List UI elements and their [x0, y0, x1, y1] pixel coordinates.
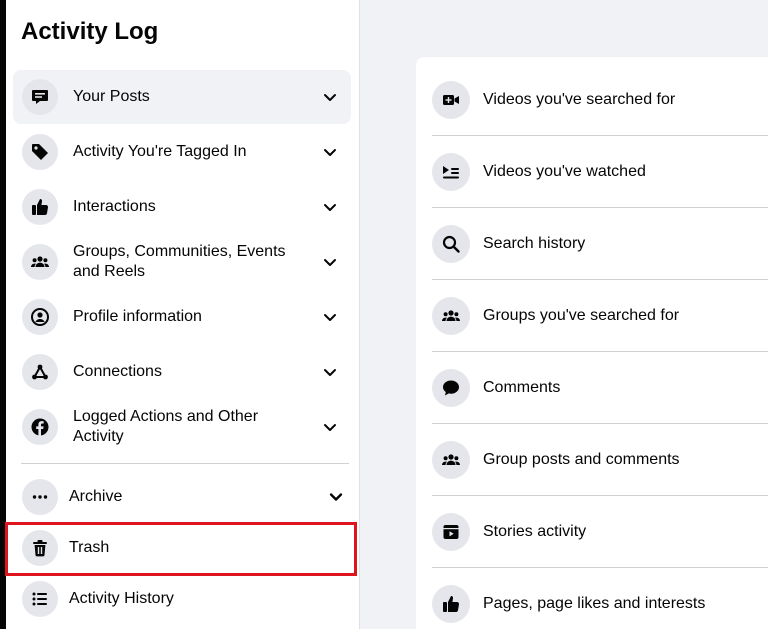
sidebar-item-label: Connections [73, 363, 162, 380]
sidebar-divider [21, 463, 349, 464]
sidebar-item-label: Your Posts [73, 88, 150, 105]
list-item-groups-searched[interactable]: Groups you've searched for [416, 280, 768, 352]
chevron-down-icon[interactable] [321, 88, 339, 106]
sidebar-item-logged-actions[interactable]: Logged Actions and Other Activity [13, 400, 351, 454]
sidebar-item-label: Interactions [73, 198, 156, 215]
sidebar-item-connections[interactable]: Connections [13, 345, 351, 399]
groups-icon [432, 441, 470, 479]
list-item-label: Videos you've watched [483, 163, 646, 180]
stories-icon [432, 513, 470, 551]
sidebar-item-activity-history[interactable]: Activity History [13, 577, 351, 621]
groups-icon [22, 244, 58, 280]
list-item-stories[interactable]: Stories activity [416, 496, 768, 568]
chevron-down-icon[interactable] [327, 488, 345, 506]
sidebar-item-label: Activity History [69, 590, 174, 607]
sidebar-item-label: Archive [69, 488, 123, 505]
chevron-down-icon[interactable] [321, 363, 339, 381]
sidebar-item-your-posts[interactable]: Your Posts [13, 70, 351, 124]
sidebar-item-label: Profile information [73, 308, 202, 325]
comment-icon [432, 369, 470, 407]
list-item-label: Pages, page likes and interests [483, 595, 706, 612]
list-item-label: Groups you've searched for [483, 307, 680, 324]
profile-icon [22, 299, 58, 335]
chevron-down-icon[interactable] [321, 308, 339, 326]
sidebar-item-interactions[interactable]: Interactions [13, 180, 351, 234]
sidebar-item-archive[interactable]: Archive [13, 475, 351, 519]
thumbs-up-icon [432, 585, 470, 623]
sidebar-item-label: Activity You're Tagged In [73, 143, 247, 160]
search-icon [432, 225, 470, 263]
page-title: Activity Log [21, 18, 159, 45]
connections-icon [22, 354, 58, 390]
list-item-videos-searched[interactable]: Videos you've searched for [416, 64, 768, 136]
list-item-label: Comments [483, 379, 561, 396]
list-icon [22, 581, 58, 617]
list-item-label: Videos you've searched for [483, 91, 676, 108]
groups-icon [432, 297, 470, 335]
sidebar-item-profile[interactable]: Profile information [13, 290, 351, 344]
chevron-down-icon[interactable] [321, 253, 339, 271]
facebook-icon [22, 409, 58, 445]
trash-highlight-box [5, 522, 357, 576]
list-item-videos-watched[interactable]: Videos you've watched [416, 136, 768, 208]
list-item-label: Search history [483, 235, 586, 252]
sidebar-item-tagged[interactable]: Activity You're Tagged In [13, 125, 351, 179]
video-camera-icon [432, 81, 470, 119]
list-item-search-history[interactable]: Search history [416, 208, 768, 280]
list-item-comments[interactable]: Comments [416, 352, 768, 424]
chevron-down-icon[interactable] [321, 418, 339, 436]
tag-icon [22, 134, 58, 170]
video-list-icon [432, 153, 470, 191]
list-item-group-posts[interactable]: Group posts and comments [416, 424, 768, 496]
posts-icon [22, 79, 58, 115]
chevron-down-icon[interactable] [321, 143, 339, 161]
sidebar-item-label: Logged Actions and Other Activity [73, 408, 259, 445]
sidebar-item-label: Groups, Communities, Events and Reels [73, 243, 286, 280]
more-icon [22, 479, 58, 515]
list-item-pages-likes[interactable]: Pages, page likes and interests [416, 568, 768, 629]
list-item-label: Group posts and comments [483, 451, 680, 468]
activity-categories-panel: Videos you've searched for Videos you've… [416, 57, 768, 629]
thumbs-up-icon [22, 189, 58, 225]
sidebar-item-groups[interactable]: Groups, Communities, Events and Reels [13, 235, 351, 289]
chevron-down-icon[interactable] [321, 198, 339, 216]
list-item-label: Stories activity [483, 523, 587, 540]
